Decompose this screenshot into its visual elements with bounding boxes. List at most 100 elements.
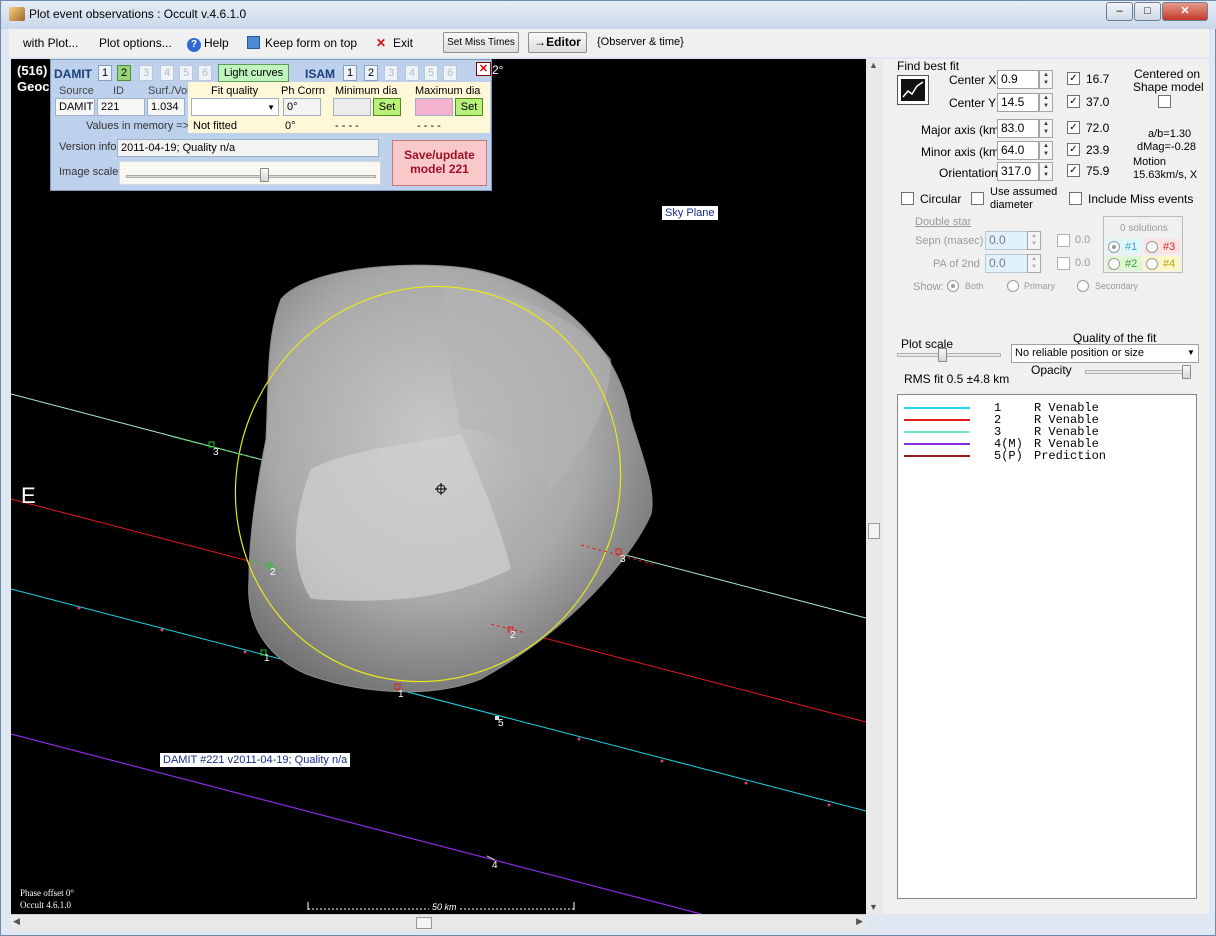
set-max-dia-button[interactable]: Set — [455, 98, 483, 116]
damit-model-3-button[interactable]: 3 — [139, 65, 153, 81]
motion-value: 15.63km/s, X — [1133, 169, 1198, 181]
pin-icon[interactable] — [247, 36, 260, 52]
pa-input[interactable]: 0.0 — [985, 254, 1029, 273]
id-label: ID — [113, 85, 124, 97]
menu-help[interactable]: Help — [204, 36, 229, 50]
vertical-scrollbar[interactable]: ▲ ▼ — [866, 59, 883, 914]
help-icon[interactable]: ? — [187, 36, 201, 52]
shape-model-panel: DAMIT 1 2 3 4 5 6 Light curves ISAM 1 2 … — [50, 59, 492, 191]
show-both-radio[interactable] — [947, 280, 959, 292]
damit-model-4-button[interactable]: 4 — [160, 65, 174, 81]
isam-model-4-button[interactable]: 4 — [405, 65, 419, 81]
scroll-left-icon[interactable]: ◀ — [13, 916, 20, 927]
minor-axis-input[interactable]: 64.0 — [997, 141, 1039, 160]
close-panel-icon[interactable]: ✕ — [476, 62, 491, 76]
opacity-thumb[interactable] — [1182, 365, 1191, 379]
damit-model-2-button[interactable]: 2 — [117, 65, 131, 81]
plot-scale-slider[interactable] — [897, 353, 1001, 357]
editor-button[interactable]: →Editor — [528, 32, 587, 53]
maximize-button[interactable]: □ — [1134, 2, 1161, 21]
menu-plot-options[interactable]: Plot options... — [99, 36, 172, 50]
minor-axis-spinner[interactable]: ▲ ▼ — [1039, 141, 1053, 160]
quality-of-fit-select[interactable]: No reliable position or size — [1011, 344, 1199, 363]
menu-keep-form-on-top[interactable]: Keep form on top — [265, 36, 357, 50]
maximum-dia-value — [415, 98, 453, 116]
include-miss-events-checkbox[interactable] — [1069, 192, 1082, 205]
plot-scale-thumb[interactable] — [938, 348, 947, 362]
damit-label: DAMIT — [54, 67, 92, 81]
centered-on-shape-model-checkbox[interactable] — [1158, 95, 1171, 108]
solution-2-radio[interactable] — [1108, 258, 1120, 270]
center-x-label: Center X — [949, 73, 997, 87]
menu-exit[interactable]: Exit — [393, 36, 413, 50]
solution-1-radio[interactable] — [1108, 241, 1120, 253]
close-button[interactable]: ✕ — [1162, 2, 1208, 21]
ph-corrn-memory-value: 0° — [285, 120, 296, 132]
light-curves-button[interactable]: Light curves — [218, 64, 289, 82]
major-axis-spinner[interactable]: ▲ ▼ — [1039, 119, 1053, 138]
center-y-checkbox[interactable]: ✓ — [1067, 95, 1080, 108]
damit-model-6-button[interactable]: 6 — [198, 65, 212, 81]
horizontal-scroll-thumb[interactable] — [416, 917, 432, 929]
orientation-checkbox[interactable]: ✓ — [1067, 164, 1080, 177]
center-y-label: Center Y — [949, 96, 997, 110]
scroll-right-icon[interactable]: ▶ — [856, 916, 863, 927]
show-primary-radio[interactable] — [1007, 280, 1019, 292]
center-x-spinner[interactable]: ▲ ▼ — [1039, 70, 1053, 89]
pa-of-2nd-label: PA of 2nd — [933, 258, 980, 270]
save-update-model-button[interactable]: Save/update model 221 — [392, 140, 487, 186]
window-title: Plot event observations : Occult v.4.6.1… — [29, 7, 247, 21]
sepn-checkbox[interactable] — [1057, 234, 1070, 247]
sepn-input[interactable]: 0.0 — [985, 231, 1029, 250]
find-best-fit-label: Find best fit — [897, 59, 960, 73]
exit-icon[interactable]: ✕ — [376, 36, 386, 50]
isam-model-3-button[interactable]: 3 — [384, 65, 398, 81]
image-scale-slider[interactable] — [119, 161, 381, 185]
fit-quality-select[interactable]: ▼ — [191, 98, 279, 116]
find-best-fit-button[interactable] — [897, 75, 929, 105]
use-assumed-diameter-checkbox[interactable] — [971, 192, 984, 205]
menu-with-plot[interactable]: with Plot... — [23, 36, 78, 50]
horizontal-scrollbar[interactable]: ◀ ▶ — [11, 914, 866, 931]
show-both-label: Both — [965, 281, 984, 291]
scroll-up-icon[interactable]: ▲ — [869, 60, 878, 70]
damit-model-1-button[interactable]: 1 — [98, 65, 112, 81]
vertical-scroll-thumb[interactable] — [868, 523, 880, 539]
pa-checkbox[interactable] — [1057, 257, 1070, 270]
set-miss-times-button[interactable]: Set Miss Times — [443, 32, 519, 53]
solution-3-radio[interactable] — [1146, 241, 1158, 253]
center-y-input[interactable]: 14.5 — [997, 93, 1039, 112]
minor-axis-checkbox[interactable]: ✓ — [1067, 143, 1080, 156]
image-scale-thumb[interactable] — [259, 168, 269, 182]
isam-model-1-button[interactable]: 1 — [343, 65, 357, 81]
isam-model-6-button[interactable]: 6 — [443, 65, 457, 81]
source-label: Source — [59, 85, 94, 97]
pa-spinner[interactable]: ▲ ▼ — [1027, 254, 1041, 273]
solution-4-radio[interactable] — [1146, 258, 1158, 270]
damit-model-5-button[interactable]: 5 — [179, 65, 193, 81]
set-min-dia-button[interactable]: Set — [373, 98, 401, 116]
center-y-spinner[interactable]: ▲ ▼ — [1039, 93, 1053, 112]
major-axis-input[interactable]: 83.0 — [997, 119, 1039, 138]
sky-plane-tag: Sky Plane — [662, 206, 718, 220]
show-secondary-radio[interactable] — [1077, 280, 1089, 292]
solution-2-label: #2 — [1125, 258, 1138, 270]
orientation-label: Orientation — [939, 166, 998, 180]
opacity-slider[interactable] — [1085, 370, 1191, 374]
orientation-input[interactable]: 317.0 — [997, 162, 1039, 181]
solution-4-label: #4 — [1163, 258, 1176, 270]
center-x-checkbox[interactable]: ✓ — [1067, 72, 1080, 85]
minimize-button[interactable]: – — [1106, 2, 1133, 21]
minimum-dia-value — [333, 98, 371, 116]
orientation-spinner[interactable]: ▲ ▼ — [1039, 162, 1053, 181]
legend-line-5 — [904, 455, 970, 457]
center-x-input[interactable]: 0.9 — [997, 70, 1039, 89]
quality-dropdown-chevron-icon[interactable]: ▼ — [1187, 348, 1195, 357]
scroll-down-icon[interactable]: ▼ — [869, 902, 878, 912]
isam-model-5-button[interactable]: 5 — [424, 65, 438, 81]
observer-legend: 1R Venable 2 R Venable 3 R Venable 4(M) R Vena… — [897, 394, 1197, 899]
major-axis-checkbox[interactable]: ✓ — [1067, 121, 1080, 134]
circular-checkbox[interactable] — [901, 192, 914, 205]
sepn-spinner[interactable]: ▲ ▼ — [1027, 231, 1041, 250]
isam-model-2-button[interactable]: 2 — [364, 65, 378, 81]
